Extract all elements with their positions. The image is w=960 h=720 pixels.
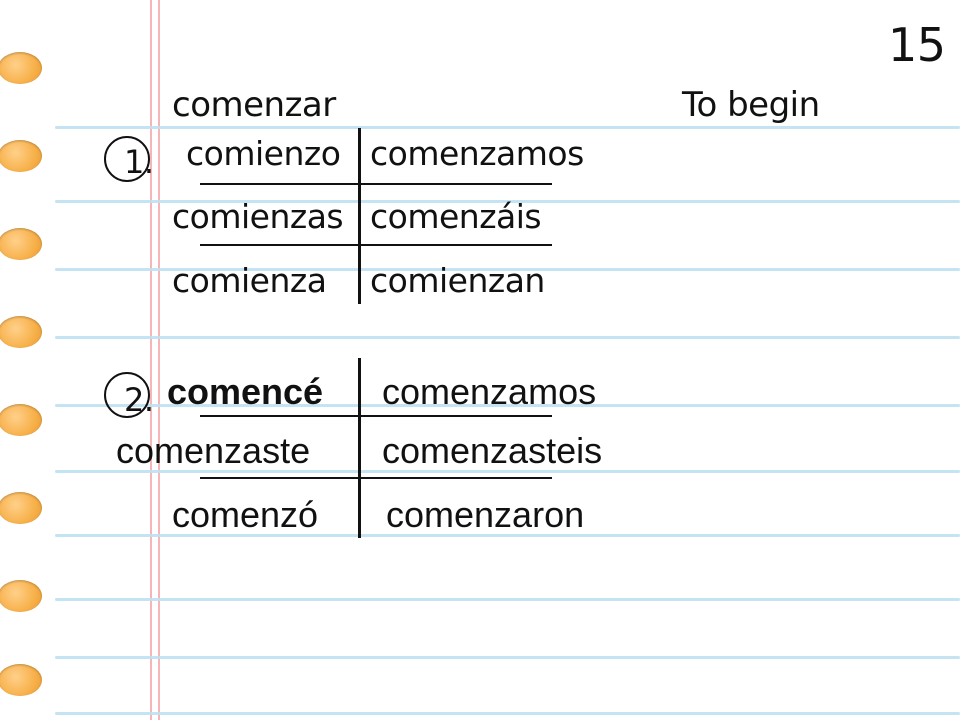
binder-hole — [0, 316, 42, 348]
conjugation-vosotros: comenzasteis — [382, 430, 603, 471]
slide-number: 15 — [888, 18, 946, 72]
conjugation-tu: comienzas — [172, 197, 344, 236]
conjugation-nosotros: comenzamos — [382, 371, 597, 412]
chart-divider — [358, 358, 361, 538]
binder-hole — [0, 492, 42, 524]
binder-hole — [0, 52, 42, 84]
chart-row-rule — [200, 183, 552, 185]
ruled-line — [55, 336, 960, 339]
margin-line — [158, 0, 160, 720]
conjugation-yo: comencé — [167, 371, 324, 412]
ruled-line — [55, 656, 960, 659]
conjugation-ellos: comenzaron — [386, 494, 585, 535]
conjugation-el: comenzó — [172, 494, 319, 535]
ruled-line — [55, 598, 960, 601]
margin-line — [150, 0, 152, 720]
conjugation-vosotros: comenzáis — [370, 197, 542, 236]
binder-hole — [0, 580, 42, 612]
section-marker-2: 2. — [124, 381, 154, 419]
conjugation-yo: comienzo — [186, 134, 341, 173]
chart-row-rule — [200, 244, 552, 246]
ruled-line — [55, 126, 960, 129]
binder-hole — [0, 228, 42, 260]
conjugation-ellos: comienzan — [370, 261, 545, 300]
binder-hole — [0, 404, 42, 436]
conjugation-nosotros: comenzamos — [370, 134, 584, 173]
chart-row-rule — [200, 477, 552, 479]
section-marker-1: 1. — [124, 143, 154, 181]
chart-divider — [358, 128, 361, 304]
conjugation-el: comienza — [172, 261, 327, 300]
conjugation-tu: comenzaste — [116, 430, 311, 471]
infinitive-label: comenzar — [172, 85, 336, 125]
binder-hole — [0, 140, 42, 172]
binder-hole — [0, 664, 42, 696]
ruled-line — [55, 712, 960, 715]
chart-row-rule — [200, 415, 552, 417]
translation-label: To begin — [682, 85, 820, 125]
